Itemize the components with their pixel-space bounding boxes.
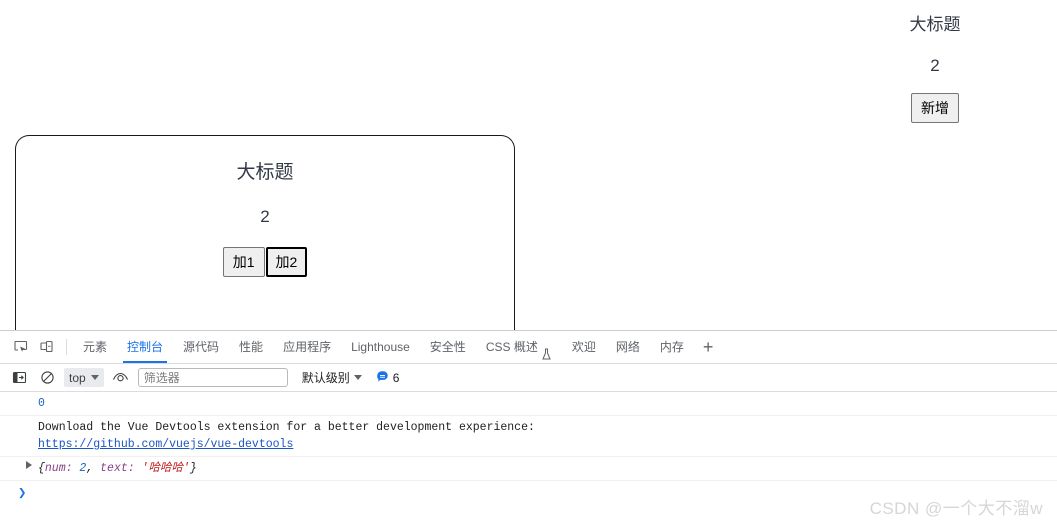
tab-label: 性能 (239, 340, 264, 354)
csdn-watermark: CSDN @一个大不溜w (869, 499, 1043, 518)
object-brace-close: } (189, 462, 197, 475)
add-two-button[interactable]: 加2 (265, 247, 308, 277)
tab-label: Lighthouse (351, 340, 410, 354)
tab-lighthouse[interactable]: Lighthouse (341, 331, 420, 363)
console-toolbar: top 默认级别 6 (0, 364, 1057, 392)
tab-console[interactable]: 控制台 (117, 331, 173, 363)
tabstrip-divider (66, 339, 67, 355)
tab-security[interactable]: 安全性 (420, 331, 476, 363)
browser-viewport: 大标题 2 新增 大标题 2 加1 加2 (0, 0, 1057, 330)
tab-label: 控制台 (127, 340, 164, 354)
chevron-down-icon (353, 375, 362, 380)
prompt-caret-icon: ❯ (18, 486, 27, 502)
console-filter-input[interactable] (137, 368, 288, 387)
card-count: 2 (260, 207, 270, 226)
object-key-text: text: (100, 462, 135, 475)
console-message-info[interactable]: Download the Vue Devtools extension for … (0, 416, 1057, 457)
tab-label: 应用程序 (283, 340, 332, 354)
card-button-group: 加1 加2 (16, 247, 514, 277)
more-tabs-button[interactable]: + (694, 331, 723, 363)
console-message-text: Download the Vue Devtools extension for … (38, 421, 535, 434)
issues-badge[interactable]: 6 (376, 370, 400, 386)
object-brace-open: { (38, 462, 45, 475)
console-level-value: 默认级别 (301, 371, 350, 385)
add-one-button[interactable]: 加1 (222, 247, 265, 277)
console-sidebar-icon[interactable] (8, 368, 30, 388)
tab-label: 内存 (659, 340, 684, 354)
console-message-number[interactable]: 0 (0, 392, 1057, 416)
devtools-panel: 元素 控制台 源代码 性能 应用程序 Lighthouse 安全性 CSS 概述 (0, 330, 1057, 530)
add-button[interactable]: 新增 (911, 93, 959, 123)
object-value-text: '哈哈哈' (141, 462, 190, 475)
object-comma: , (86, 462, 101, 475)
right-widget-count: 2 (930, 56, 940, 75)
live-expression-icon[interactable] (110, 368, 132, 388)
tab-performance[interactable]: 性能 (229, 331, 273, 363)
issues-count: 6 (392, 370, 400, 385)
clear-console-icon[interactable] (36, 368, 58, 388)
console-message-text: 0 (38, 397, 45, 410)
tab-memory[interactable]: 内存 (650, 331, 694, 363)
card-title: 大标题 (236, 162, 294, 183)
vue-devtools-link[interactable]: https://github.com/vuejs/vue-devtools (38, 438, 293, 451)
execution-context-select[interactable]: top (64, 368, 104, 387)
expand-triangle-icon[interactable] (26, 461, 32, 469)
counter-card: 大标题 2 加1 加2 (15, 135, 515, 330)
tab-sources[interactable]: 源代码 (173, 331, 229, 363)
devtools-tabstrip: 元素 控制台 源代码 性能 应用程序 Lighthouse 安全性 CSS 概述 (0, 331, 1057, 364)
chevron-down-icon (90, 375, 99, 380)
tab-label: 源代码 (183, 340, 220, 354)
issues-bubble-icon (376, 370, 389, 386)
tab-css-overview[interactable]: CSS 概述 (476, 331, 562, 363)
tab-application[interactable]: 应用程序 (273, 331, 341, 363)
tab-label: 网络 (615, 340, 640, 354)
tab-label: CSS 概述 (485, 340, 538, 354)
tab-label: 欢迎 (571, 340, 596, 354)
inspect-element-icon[interactable] (8, 334, 34, 360)
tab-welcome[interactable]: 欢迎 (562, 331, 606, 363)
console-message-object[interactable]: {num: 2, text: '哈哈哈'} (0, 457, 1057, 481)
device-toolbar-icon[interactable] (34, 334, 60, 360)
right-counter-widget: 大标题 2 新增 (875, 14, 995, 123)
tab-network[interactable]: 网络 (606, 331, 650, 363)
tab-label: 元素 (83, 340, 108, 354)
console-message-list[interactable]: 0 Download the Vue Devtools extension fo… (0, 392, 1057, 529)
right-widget-title: 大标题 (909, 15, 961, 34)
tab-label: 安全性 (429, 340, 466, 354)
tab-elements[interactable]: 元素 (73, 331, 117, 363)
console-level-select[interactable]: 默认级别 (302, 369, 362, 386)
execution-context-value: top (69, 370, 86, 385)
experiment-flask-icon (541, 341, 552, 359)
object-key-num: num: (44, 462, 73, 475)
